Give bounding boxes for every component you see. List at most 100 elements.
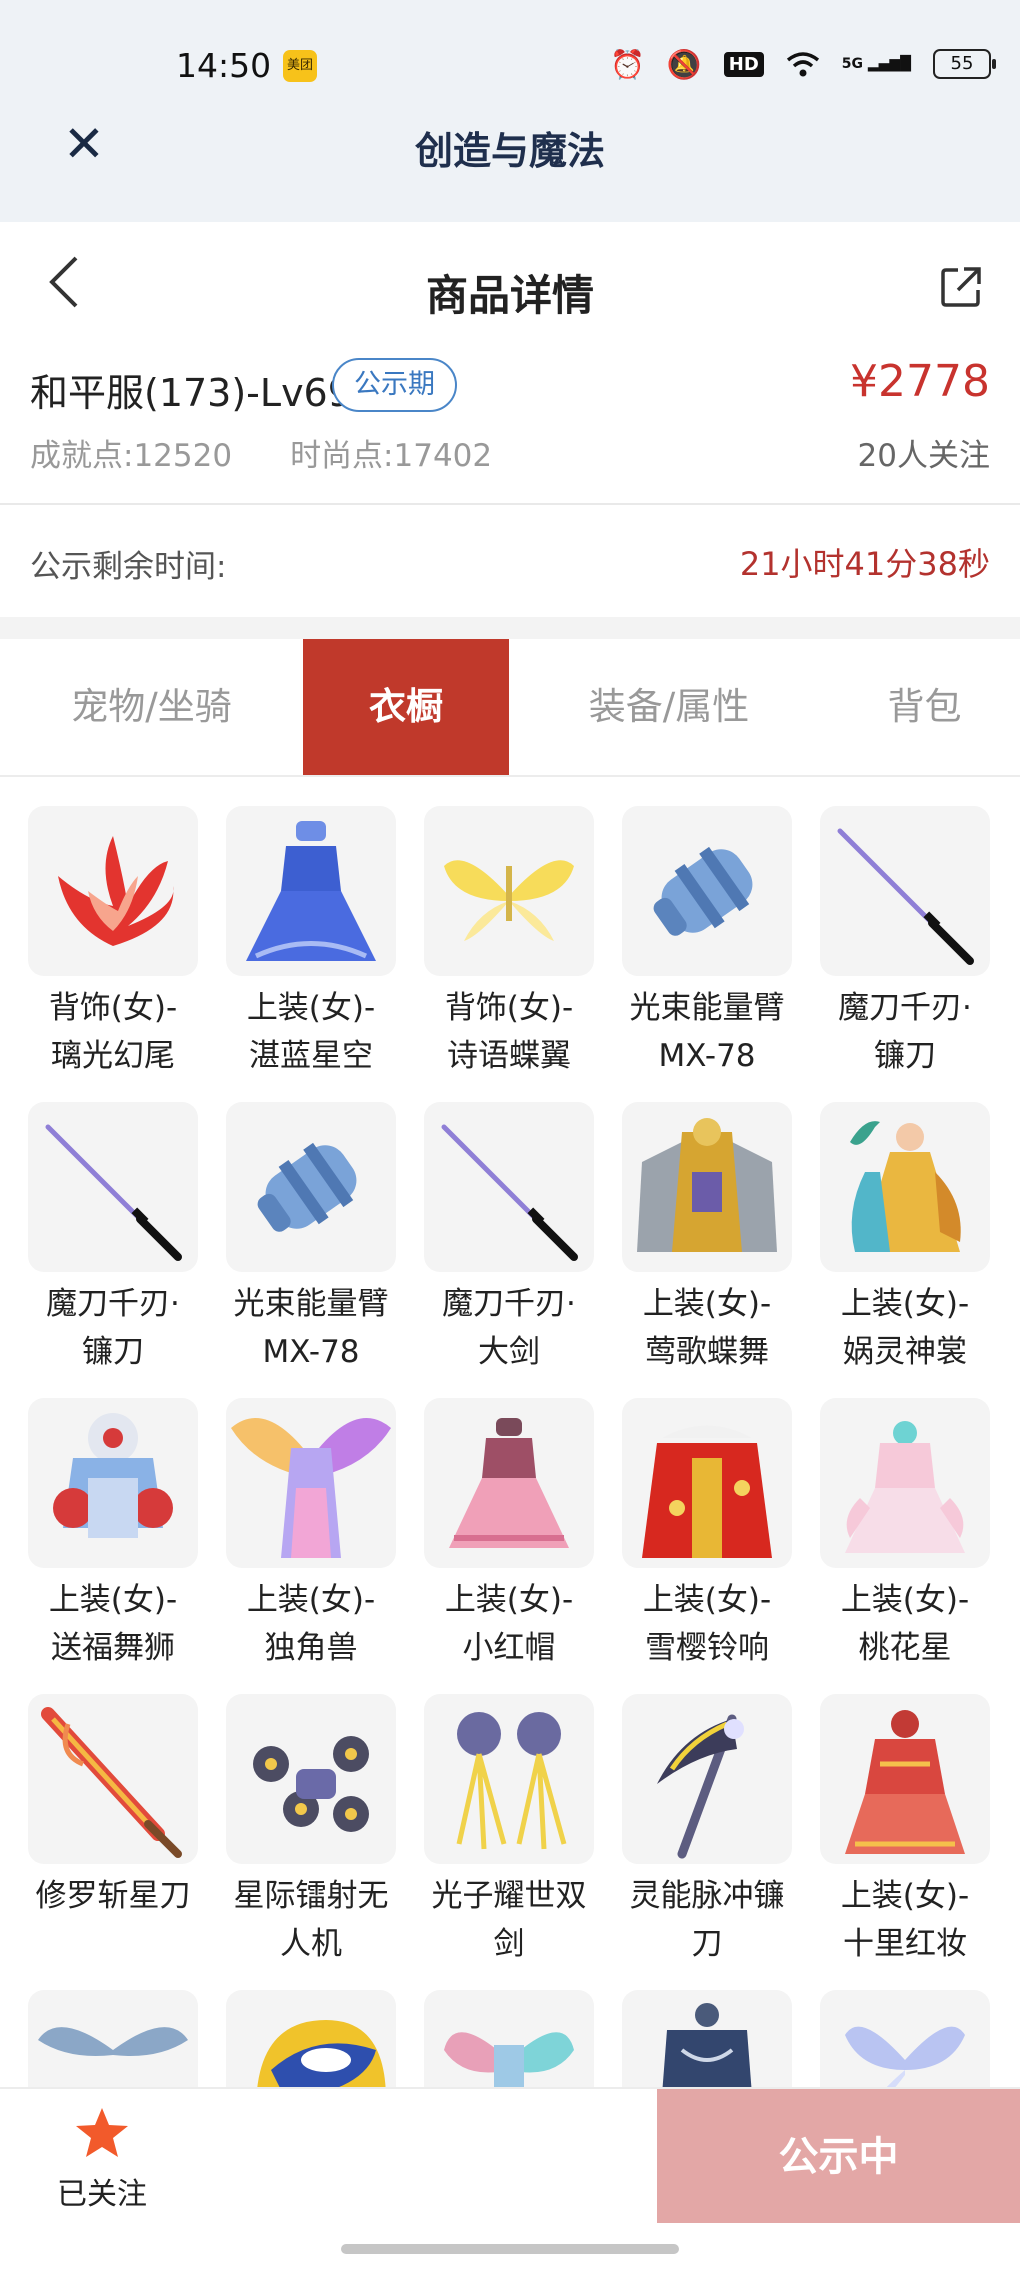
countdown-row: 公示剩余时间: 21小时41分38秒 (0, 505, 1020, 617)
item-thumbnail (28, 1694, 198, 1864)
twin-blades-icon (456, 1712, 567, 1850)
fashion-points: 时尚点:17402 (290, 438, 493, 474)
item-name: 上装(女)- 送福舞狮 (48, 1582, 178, 1666)
status-badge: 公示期 (332, 358, 457, 412)
wardrobe-item[interactable]: 上装(女)- 桃花星 (820, 1398, 990, 1688)
energy-arm-icon (257, 1142, 357, 1232)
page-title: 商品详情 (425, 271, 594, 320)
account-stats: 成就点:12520 时尚点:17402 (30, 430, 550, 475)
wardrobe-item[interactable]: 上装(女)- 送福舞狮 (28, 1398, 198, 1688)
item-name: 背饰(女)- 璃光幻尾 (48, 990, 178, 1074)
wardrobe-item[interactable]: 光子耀世双 剑 (424, 1694, 594, 1984)
lion-costume-icon (53, 1413, 173, 1538)
item-thumbnail (424, 1398, 594, 1568)
item-name: 灵能脉冲镰 刀 (629, 1878, 785, 1962)
katana-icon (45, 1124, 182, 1261)
item-thumbnail (28, 806, 198, 976)
mute-icon: 🔕 (666, 47, 702, 81)
item-thumbnail (622, 806, 792, 976)
wardrobe-item[interactable]: 魔刀千刃· 大剑 (424, 1102, 594, 1392)
item-thumbnail (622, 1694, 792, 1864)
red-kimono-icon (642, 1425, 772, 1558)
item-thumbnail (622, 1102, 792, 1272)
item-name: 上装(女)- 独角兽 (246, 1582, 376, 1666)
item-name: 上装(女)- 湛蓝星空 (246, 990, 376, 1074)
countdown-label: 公示剩余时间: (30, 549, 227, 585)
item-name: 修罗斩星刀 (35, 1878, 191, 1914)
tab-backpack[interactable]: 背包 (829, 639, 1020, 775)
item-thumbnail (820, 1102, 990, 1272)
tab-pets-mounts[interactable]: 宠物/坐骑 (0, 639, 303, 775)
item-thumbnail (622, 1398, 792, 1568)
share-icon (941, 267, 981, 307)
item-name: 上装(女)- 十里红妆 (840, 1878, 970, 1962)
wardrobe-item[interactable]: 灵能脉冲镰 刀 (622, 1694, 792, 1984)
tab-wardrobe[interactable]: 衣橱 (303, 639, 509, 775)
item-thumbnail (424, 1694, 594, 1864)
item-name: 上装(女)- 小红帽 (444, 1582, 574, 1666)
wifi-icon (786, 52, 819, 77)
status-icons: ⏰ 🔕 HD 5G ▂▄▆█ 55 (610, 44, 996, 84)
item-name: 上装(女)- 桃花星 (840, 1582, 970, 1666)
item-name: 上装(女)- 娲灵神裳 (840, 1286, 970, 1370)
scythe-icon (657, 1714, 744, 1859)
bottom-bar: 已关注 公示中 (0, 2087, 1020, 2269)
wardrobe-item[interactable]: 魔刀千刃· 镰刀 (28, 1102, 198, 1392)
wardrobe-item[interactable]: 上装(女)- 娲灵神裳 (820, 1102, 990, 1392)
wardrobe-item[interactable]: 上装(女)- 雪樱铃响 (622, 1398, 792, 1688)
follower-count: 20人关注 (857, 438, 990, 474)
page-nav: 商品详情 (0, 222, 1020, 350)
status-time: 14:50 (176, 46, 272, 85)
item-thumbnail (226, 1694, 396, 1864)
home-indicator[interactable] (341, 2244, 679, 2254)
wardrobe-item[interactable]: 背饰(女)- 璃光幻尾 (28, 806, 198, 1096)
item-name: 魔刀千刃· 大剑 (442, 1286, 576, 1370)
item-name: 光束能量臂 MX-78 (233, 1286, 389, 1370)
item-name: 星际镭射无 人机 (233, 1878, 389, 1962)
item-name: 上装(女)- 莺歌蝶舞 (642, 1286, 772, 1370)
tab-equipment-attributes[interactable]: 装备/属性 (509, 639, 829, 775)
golden-armor-icon (637, 1118, 777, 1252)
item-thumbnail (424, 806, 594, 976)
wardrobe-item[interactable]: 上装(女)- 湛蓝星空 (226, 806, 396, 1096)
item-thumbnail (820, 806, 990, 976)
star-icon (76, 2108, 128, 2157)
wardrobe-item[interactable]: 魔刀千刃· 镰刀 (820, 806, 990, 1096)
battery-icon: 55 (932, 49, 996, 79)
share-button[interactable] (940, 266, 982, 308)
public-notice-button[interactable]: 公示中 (657, 2089, 1020, 2223)
wardrobe-item[interactable]: 星际镭射无 人机 (226, 1694, 396, 1984)
app-title: 创造与魔法 (414, 129, 605, 173)
item-thumbnail (820, 1398, 990, 1568)
alarm-icon: ⏰ (610, 47, 645, 81)
butterfly-wings-icon (444, 860, 574, 941)
item-name: 上装(女)- 雪樱铃响 (642, 1582, 772, 1666)
network-type: 5G (841, 56, 863, 72)
wardrobe-item[interactable]: 光束能量臂 MX-78 (622, 806, 792, 1096)
peach-dress-icon (845, 1421, 965, 1553)
account-name: 和平服(173)-Lv69 (30, 371, 352, 415)
wardrobe-item[interactable]: 上装(女)- 莺歌蝶舞 (622, 1102, 792, 1392)
meituan-notification-icon: 美团 (283, 50, 317, 82)
flame-sword-icon (41, 1707, 182, 1858)
section-gap (0, 617, 1020, 639)
red-tail-icon (58, 836, 174, 946)
katana-icon (837, 828, 974, 965)
wardrobe-item[interactable]: 上装(女)- 十里红妆 (820, 1694, 990, 1984)
follow-label: 已关注 (57, 2177, 147, 2212)
wardrobe-item[interactable]: 上装(女)- 小红帽 (424, 1398, 594, 1688)
follow-button[interactable]: 已关注 (42, 2105, 162, 2215)
item-name: 光子耀世双 剑 (431, 1878, 587, 1962)
item-name: 魔刀千刃· 镰刀 (838, 990, 972, 1074)
wardrobe-item[interactable]: 光束能量臂 MX-78 (226, 1102, 396, 1392)
wardrobe-item[interactable]: 上装(女)- 独角兽 (226, 1398, 396, 1688)
item-thumbnail (226, 1102, 396, 1272)
wardrobe-item[interactable]: 背饰(女)- 诗语蝶翼 (424, 806, 594, 1096)
blue-dress-icon (246, 821, 376, 961)
wardrobe-item[interactable]: 修罗斩星刀 (28, 1694, 198, 1984)
drone-icon (253, 1736, 369, 1832)
signal-icon: 5G ▂▄▆█ (841, 56, 911, 72)
tab-bar: 宠物/坐骑 衣橱 装备/属性 背包 (0, 639, 1020, 777)
price: ¥2778 (850, 356, 990, 407)
item-thumbnail (28, 1102, 198, 1272)
